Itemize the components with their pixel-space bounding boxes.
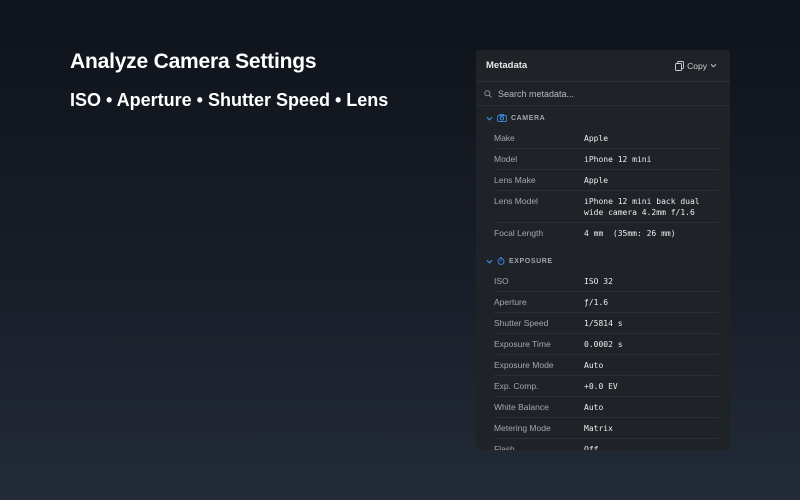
row-label: Flash [494, 444, 515, 450]
metadata-row[interactable]: Flash Off [494, 439, 719, 450]
metadata-row[interactable]: Focal Length 4 mm (35mm: 26 mm) [494, 223, 719, 243]
metadata-row[interactable]: Lens Model iPhone 12 mini back dual wide … [494, 191, 719, 223]
camera-icon [497, 114, 507, 122]
row-label: Make [494, 133, 515, 143]
panel-header: Metadata Copy [476, 50, 730, 82]
copy-icon [675, 60, 685, 71]
search-icon [484, 89, 492, 98]
section-label: EXPOSURE [509, 257, 553, 265]
metadata-sections: CAMERA Make Apple Model iPhone 12 mini Lens M… [476, 108, 730, 450]
metadata-row[interactable]: Exp. Comp. +0.0 EV [494, 376, 719, 397]
row-label: Exposure Time [494, 339, 551, 349]
row-label: White Balance [494, 402, 549, 412]
row-value: Apple [584, 134, 609, 143]
hero-title: Analyze Camera Settings [70, 50, 317, 73]
row-value: Off [584, 445, 599, 450]
row-value: Auto [584, 361, 604, 370]
section-header-exposure[interactable]: EXPOSURE [476, 251, 730, 271]
metadata-row[interactable]: Aperture ƒ/1.6 [494, 292, 719, 313]
row-value: iPhone 12 mini back dual wide camera 4.2… [584, 197, 705, 217]
timer-icon [497, 257, 505, 265]
hero-subtitle: ISO • Aperture • Shutter Speed • Lens [70, 90, 389, 110]
row-value: 0.0002 s [584, 340, 623, 349]
row-value: Apple [584, 176, 609, 185]
search-input[interactable] [498, 88, 698, 99]
metadata-row[interactable]: White Balance Auto [494, 397, 719, 418]
row-label: Aperture [494, 297, 527, 307]
metadata-panel: Metadata Copy CAMERA Make Apple Model iPhone… [476, 50, 730, 450]
metadata-row[interactable]: Exposure Time 0.0002 s [494, 334, 719, 355]
copy-button[interactable]: Copy [675, 61, 717, 71]
section-label: CAMERA [511, 114, 546, 122]
row-value: 4 mm (35mm: 26 mm) [584, 229, 676, 238]
row-value: Auto [584, 403, 604, 412]
row-label: ISO [494, 276, 509, 286]
row-label: Exposure Mode [494, 360, 554, 370]
chevron-down-icon [486, 109, 493, 127]
metadata-row[interactable]: ISO ISO 32 [494, 271, 719, 292]
section-header-camera[interactable]: CAMERA [476, 108, 730, 128]
row-label: Lens Make [494, 175, 536, 185]
row-label: Lens Model [494, 196, 538, 206]
row-label: Metering Mode [494, 423, 551, 433]
row-value: +0.0 EV [584, 382, 618, 391]
metadata-row[interactable]: Exposure Mode Auto [494, 355, 719, 376]
metadata-row[interactable]: Lens Make Apple [494, 170, 719, 191]
chevron-down-icon [710, 63, 717, 68]
row-value: iPhone 12 mini [584, 155, 652, 164]
row-label: Model [494, 154, 518, 164]
row-label: Exp. Comp. [494, 381, 539, 391]
row-value: ISO 32 [584, 277, 613, 286]
metadata-row[interactable]: Make Apple [494, 128, 719, 149]
metadata-row[interactable]: Metering Mode Matrix [494, 418, 719, 439]
metadata-row[interactable]: Model iPhone 12 mini [494, 149, 719, 170]
search-bar [476, 82, 730, 106]
panel-title: Metadata [486, 60, 528, 71]
section-rows: ISO ISO 32 Aperture ƒ/1.6 Shutter Speed 1/581… [494, 271, 719, 450]
chevron-down-icon [486, 252, 493, 270]
copy-label: Copy [687, 60, 707, 71]
row-value: ƒ/1.6 [584, 298, 609, 307]
row-value: Matrix [584, 424, 613, 433]
row-label: Focal Length [494, 228, 544, 238]
row-value: 1/5814 s [584, 319, 623, 328]
row-label: Shutter Speed [494, 318, 549, 328]
section-rows: Make Apple Model iPhone 12 mini Lens Make App… [494, 128, 719, 243]
metadata-row[interactable]: Shutter Speed 1/5814 s [494, 313, 719, 334]
